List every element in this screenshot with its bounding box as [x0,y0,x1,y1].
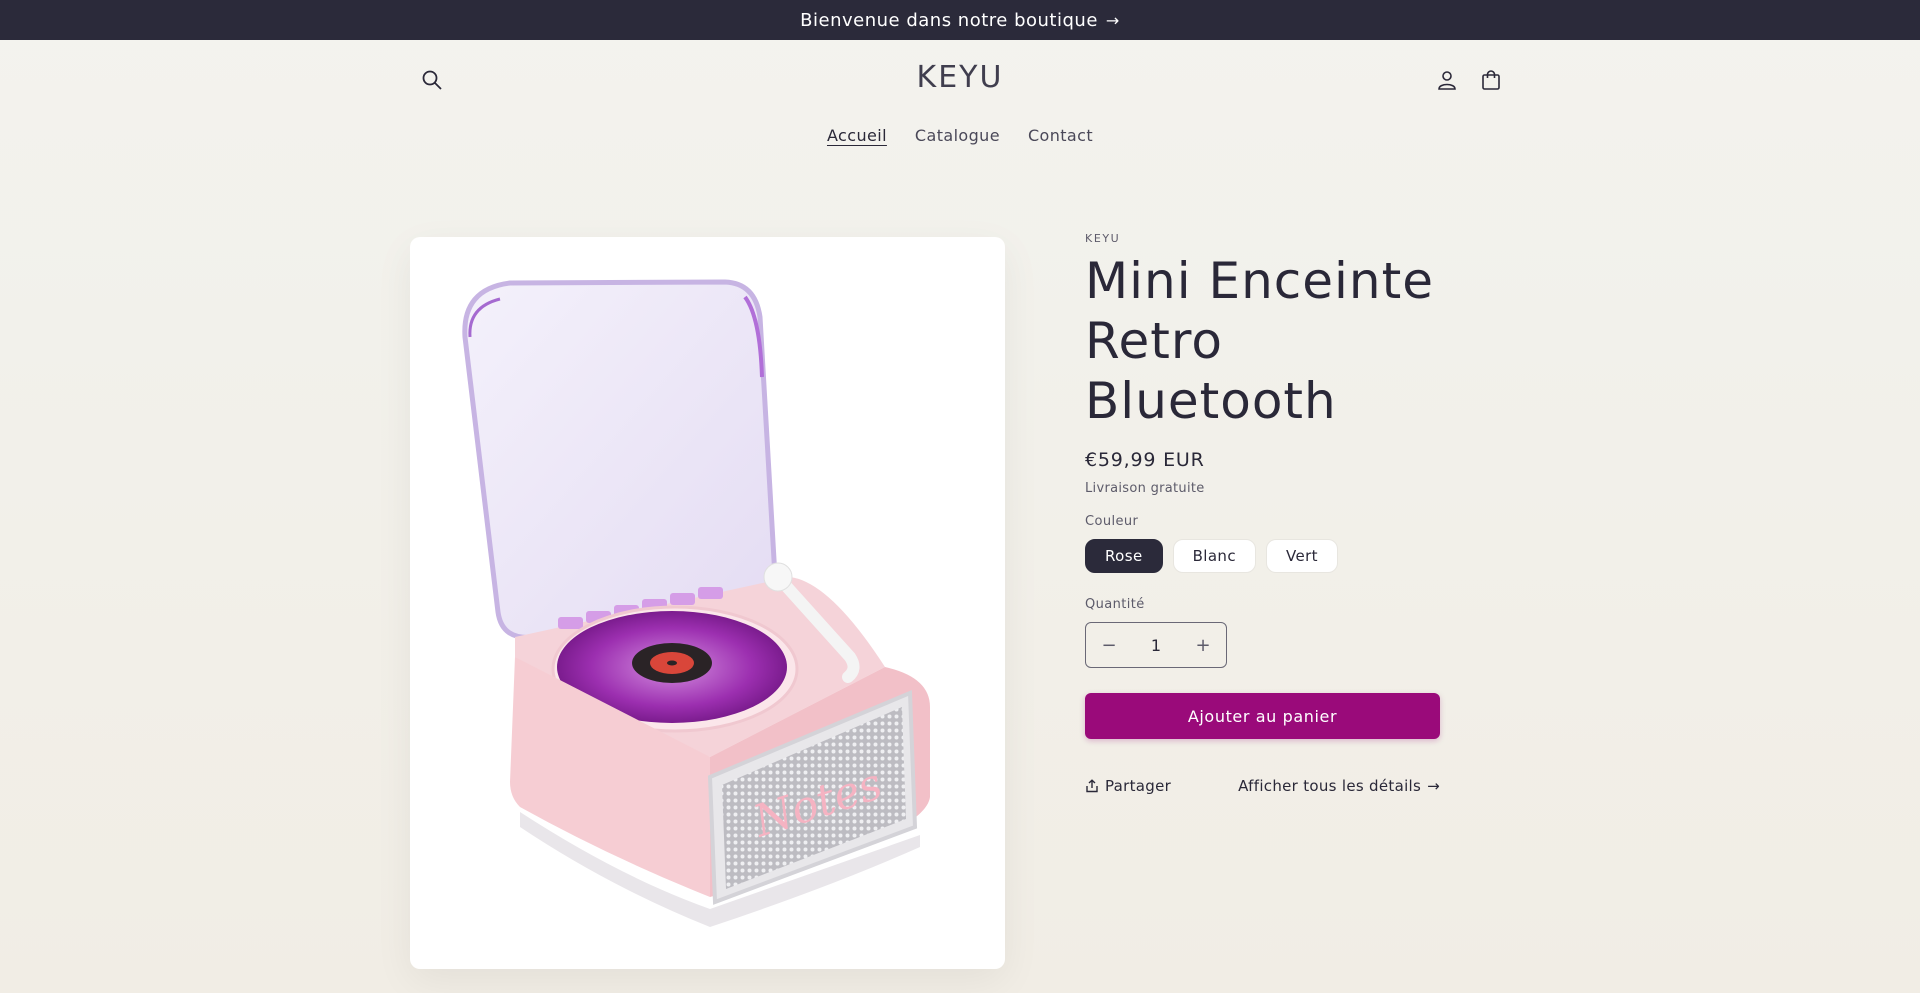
view-details-link[interactable]: Afficher tous les détails → [1238,777,1440,795]
search-icon[interactable] [414,62,450,98]
color-options: Rose Blanc Vert [1085,539,1445,573]
site-header: KEYU Accueil Catalogue Contact [0,40,1920,180]
share-icon [1086,779,1098,793]
store-logo[interactable]: KEYU [860,60,1060,104]
product-price: €59,99 EUR [1085,449,1205,471]
speaker-illustration: Notes [462,279,930,927]
product-actions: Partager Afficher tous les détails → [1085,777,1440,795]
share-button[interactable]: Partager [1085,777,1171,795]
product-title: Mini Enceinte Retro Bluetooth [1085,252,1434,430]
cart-icon[interactable] [1473,62,1509,98]
nav-item-contact[interactable]: Contact [1026,126,1095,156]
product-vendor: KEYU [1085,232,1121,245]
quantity-decrease-button[interactable]: − [1086,623,1132,667]
arrow-right-icon: → [1105,10,1120,30]
color-option-blanc[interactable]: Blanc [1172,539,1256,573]
color-option-vert[interactable]: Vert [1265,539,1338,573]
nav-item-catalogue[interactable]: Catalogue [913,126,1002,156]
announcement-text[interactable]: Bienvenue dans notre boutique [800,10,1098,31]
product-info: KEYU Mini Enceinte Retro Bluetooth €59,9… [1085,232,1445,795]
share-label: Partager [1105,777,1172,795]
quantity-stepper: − + [1085,622,1227,668]
product-image[interactable]: Notes [410,237,1005,969]
announcement-bar[interactable]: Bienvenue dans notre boutique → [0,0,1920,40]
quantity-increase-button[interactable]: + [1180,623,1226,667]
add-to-cart-button[interactable]: Ajouter au panier [1085,693,1440,739]
quantity-label: Quantité [1085,597,1145,612]
view-details-label: Afficher tous les détails [1238,777,1422,795]
quantity-input[interactable] [1134,635,1178,655]
arrow-right-icon: → [1427,777,1440,795]
color-label: Couleur [1085,514,1139,529]
color-option-rose[interactable]: Rose [1085,539,1163,573]
shipping-note: Livraison gratuite [1085,481,1205,496]
main-nav: Accueil Catalogue Contact [0,126,1920,156]
account-icon[interactable] [1429,62,1465,98]
nav-item-accueil[interactable]: Accueil [825,126,889,156]
